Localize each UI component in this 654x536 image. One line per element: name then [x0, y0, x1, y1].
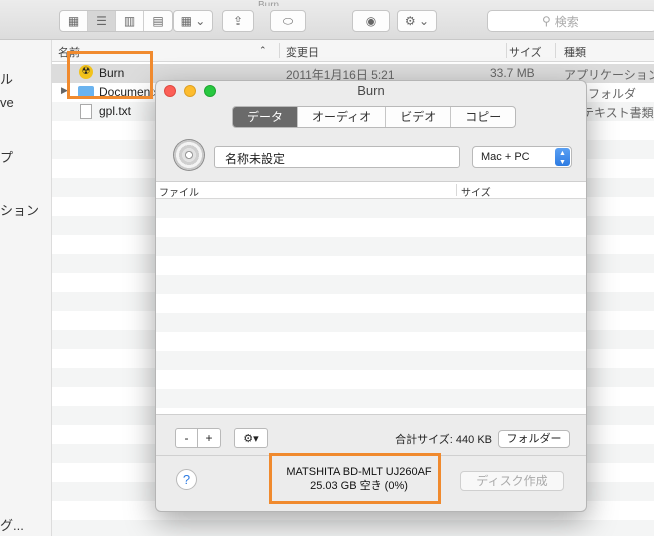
- finder-sidebar: ル ve プ ション グ...: [0, 40, 52, 536]
- close-button[interactable]: [164, 85, 176, 97]
- arrange-icon: ▦ ⌄: [180, 14, 206, 28]
- zoom-button[interactable]: [204, 85, 216, 97]
- coverflow-view-button[interactable]: ▤: [144, 11, 172, 31]
- gear-icon: ⚙ ⌄: [404, 14, 430, 28]
- sidebar-item[interactable]: グ...: [0, 515, 24, 534]
- sidebar-item[interactable]: ション: [0, 200, 39, 219]
- highlight-box: [269, 453, 441, 504]
- filesystem-select[interactable]: Mac + PC ▲ ▼: [472, 146, 572, 168]
- tab-copy[interactable]: コピー: [451, 107, 515, 127]
- disc-name-input[interactable]: 名称未設定: [214, 146, 460, 168]
- select-arrows-icon: ▲ ▼: [555, 148, 570, 166]
- sort-chevron-icon: ⌃: [259, 45, 267, 55]
- file-name: gpl.txt: [99, 104, 132, 118]
- column-view-button[interactable]: ▥: [116, 11, 144, 31]
- search-input[interactable]: ⚲ 検索: [487, 10, 654, 32]
- burn-disc-button[interactable]: ディスク作成: [460, 471, 564, 491]
- gear-menu-button[interactable]: ⚙▾: [234, 428, 268, 448]
- tag-icon: ⬭: [282, 13, 294, 28]
- add-item-button[interactable]: +: [198, 428, 221, 448]
- file-kind: フォルダ: [588, 87, 637, 101]
- help-button[interactable]: ?: [176, 469, 197, 490]
- minimize-button[interactable]: [184, 85, 196, 97]
- column-date[interactable]: 変更日: [286, 44, 319, 60]
- column-size[interactable]: サイズ: [461, 184, 491, 199]
- disc-icon: [173, 139, 205, 171]
- column-size[interactable]: サイズ: [509, 44, 542, 60]
- sidebar-item[interactable]: ve: [0, 95, 14, 110]
- list-view-button[interactable]: ☰: [88, 11, 116, 31]
- text-file-icon: [80, 104, 92, 119]
- remove-item-button[interactable]: -: [175, 428, 198, 448]
- filesystem-value: Mac + PC: [481, 151, 530, 163]
- eye-icon: ◉: [365, 14, 377, 28]
- tab-audio[interactable]: オーディオ: [298, 107, 387, 127]
- share-icon: ⇪: [232, 14, 244, 28]
- action-button[interactable]: ⚙ ⌄: [397, 10, 437, 32]
- file-size: 33.7 MB: [490, 66, 535, 80]
- file-kind: テキスト書類: [582, 106, 654, 120]
- highlight-box: [67, 51, 153, 99]
- sidebar-item[interactable]: ル: [0, 69, 13, 88]
- sidebar-item[interactable]: プ: [0, 147, 13, 166]
- burn-window: Burn データ オーディオ ビデオ コピー 名称未設定 Mac + PC ▲ ▼…: [155, 80, 587, 512]
- view-mode-control: ▦ ☰ ▥ ▤: [59, 10, 173, 32]
- total-size-label: 合計サイズ: 440 KB: [395, 434, 492, 446]
- finder-toolbar: Burn ▦ ☰ ▥ ▤ ▦ ⌄ ⇪ ⬭ ◉ ⚙ ⌄ ⚲ 検索: [0, 0, 654, 40]
- tab-data[interactable]: データ: [233, 107, 299, 127]
- search-icon: ⚲: [542, 14, 551, 28]
- mode-tabs: データ オーディオ ビデオ コピー: [232, 106, 517, 128]
- burn-list-header: ファイル サイズ: [156, 182, 586, 199]
- share-button[interactable]: ⇪: [222, 10, 254, 32]
- new-folder-button[interactable]: フォルダー: [498, 430, 570, 448]
- search-placeholder: 検索: [554, 14, 579, 29]
- path-fragment: Burn: [258, 0, 280, 6]
- burn-file-list[interactable]: ファイル サイズ: [156, 181, 586, 415]
- tags-button[interactable]: ⬭: [270, 10, 306, 32]
- tab-video[interactable]: ビデオ: [386, 107, 452, 127]
- quicklook-button[interactable]: ◉: [352, 10, 390, 32]
- arrange-button[interactable]: ▦ ⌄: [173, 10, 213, 32]
- column-file[interactable]: ファイル: [159, 184, 199, 199]
- icon-view-button[interactable]: ▦: [60, 11, 88, 31]
- column-kind[interactable]: 種類: [564, 44, 586, 60]
- window-title: Burn: [357, 83, 385, 98]
